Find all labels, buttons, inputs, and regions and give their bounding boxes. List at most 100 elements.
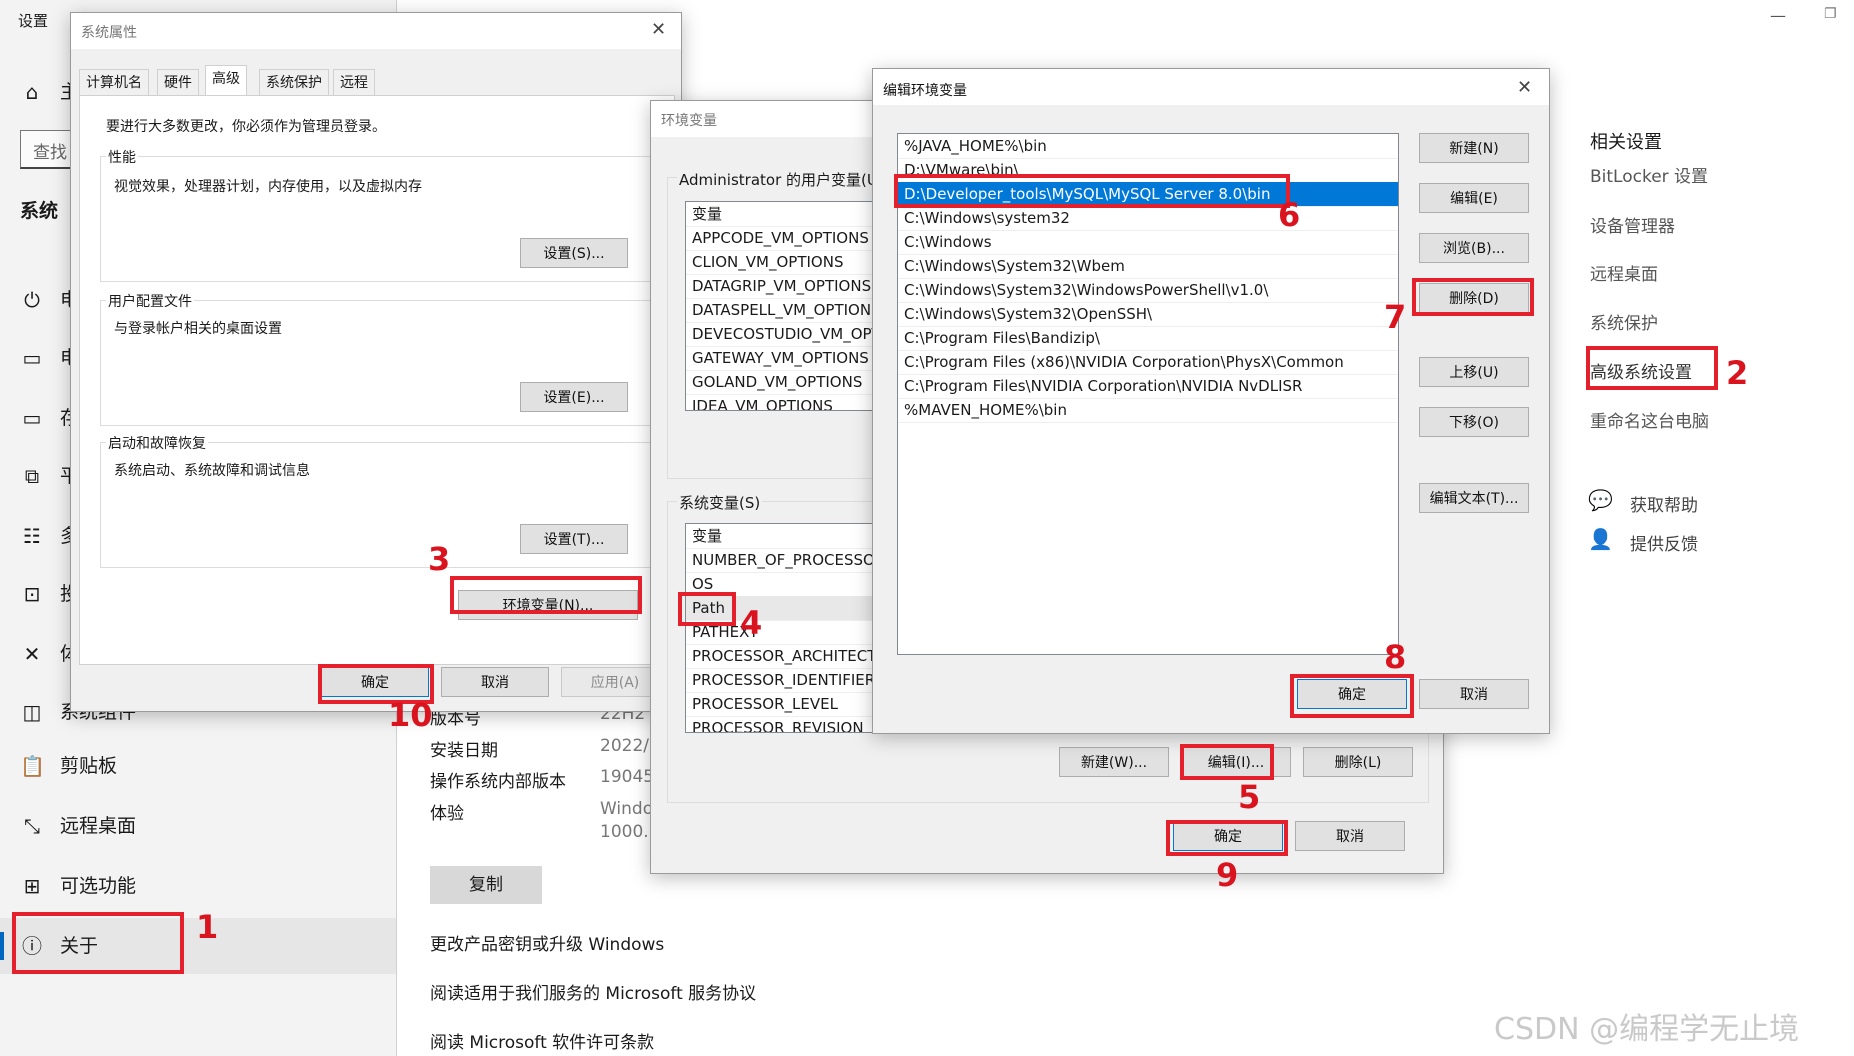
list-item[interactable]: C:\Windows\System32\Wbem	[898, 254, 1398, 279]
step-number-4: 4	[740, 604, 763, 642]
cancel-button[interactable]: 取消	[441, 667, 549, 697]
list-item[interactable]: C:\Program Files\Bandizip\	[898, 326, 1398, 351]
admin-note: 要进行大多数更改，你必须作为管理员登录。	[106, 119, 386, 135]
device-manager-link[interactable]: 设备管理器	[1590, 212, 1675, 237]
maximize-icon[interactable]: ❐	[1824, 6, 1837, 22]
new-path-button[interactable]: 新建(N)	[1419, 133, 1529, 163]
user-profiles-label: 用户配置文件	[106, 291, 194, 311]
new-system-variable-button[interactable]: 新建(W)...	[1059, 747, 1169, 777]
delete-path-button[interactable]: 删除(D)	[1419, 283, 1529, 313]
title-bar	[71, 13, 681, 49]
dialog-title: 编辑环境变量	[883, 83, 967, 99]
step-number-9: 9	[1216, 856, 1239, 894]
battery-icon: ▭	[22, 346, 42, 370]
license-terms-link[interactable]: 阅读 Microsoft 软件许可条款	[430, 1028, 654, 1053]
tab-remote[interactable]: 远程	[333, 69, 375, 97]
browse-path-button[interactable]: 浏览(B)...	[1419, 233, 1529, 263]
step-number-10: 10	[388, 696, 433, 734]
watermark: CSDN @编程学无止境	[1494, 1012, 1800, 1047]
tablet-icon: ⧉	[24, 464, 40, 488]
related-settings-heading: 相关设置	[1590, 132, 1662, 153]
edit-path-button[interactable]: 编辑(E)	[1419, 183, 1529, 213]
step-number-7: 7	[1384, 298, 1407, 336]
edit-system-variable-button[interactable]: 编辑(I)...	[1181, 747, 1291, 777]
optional-features-icon: ⊞	[23, 874, 41, 898]
tab-panel: 要进行大多数更改，你必须作为管理员登录。 性能 视觉效果，处理器计划，内存使用，…	[79, 95, 675, 665]
spec-label: 安装日期	[430, 741, 498, 761]
path-entries-list[interactable]: %JAVA_HOME%\bin D:\VMware\bin\ D:\Develo…	[897, 133, 1399, 655]
service-agreement-link[interactable]: 阅读适用于我们服务的 Microsoft 服务协议	[430, 979, 756, 1004]
edit-text-button[interactable]: 编辑文本(T)...	[1419, 483, 1529, 513]
list-item[interactable]: D:\VMware\bin\	[898, 158, 1398, 183]
selection-indicator	[0, 932, 4, 960]
tab-hardware[interactable]: 硬件	[157, 69, 199, 97]
nav-item-clipboard[interactable]: 📋 剪贴板	[0, 738, 396, 794]
clipboard-icon: 📋	[20, 754, 45, 778]
share-icon: ✕	[23, 642, 41, 666]
performance-label: 性能	[106, 147, 138, 167]
nav-item-optional-features[interactable]: ⊞ 可选功能	[0, 858, 396, 914]
cancel-button[interactable]: 取消	[1295, 821, 1405, 851]
ok-button[interactable]: 确定	[1297, 679, 1407, 709]
step-number-8: 8	[1384, 638, 1407, 676]
power-icon: ⏻	[24, 288, 40, 312]
multitask-icon: ☷	[23, 524, 41, 548]
list-item[interactable]: C:\Windows	[898, 230, 1398, 255]
list-item[interactable]: C:\Program Files\NVIDIA Corporation\NVID…	[898, 374, 1398, 399]
spec-label: 体验	[430, 804, 464, 824]
step-number-6: 6	[1278, 196, 1301, 234]
tab-computer-name[interactable]: 计算机名	[79, 69, 149, 97]
close-icon[interactable]: ✕	[651, 19, 666, 40]
section-title: 系统	[20, 200, 59, 222]
system-protection-link[interactable]: 系统保护	[1590, 309, 1658, 334]
home-icon: ⌂	[25, 80, 39, 104]
advanced-system-settings-link[interactable]: 高级系统设置	[1590, 358, 1692, 383]
system-properties-dialog: 系统属性 ✕ 计算机名 硬件 高级 系统保护 远程 要进行大多数更改，你必须作为…	[70, 12, 682, 712]
performance-desc: 视觉效果，处理器计划，内存使用，以及虚拟内存	[114, 179, 422, 195]
info-icon: ⓘ	[22, 934, 42, 958]
feedback-link[interactable]: 提供反馈	[1630, 530, 1698, 555]
list-item[interactable]: C:\Windows\system32	[898, 206, 1398, 231]
environment-variables-button[interactable]: 环境变量(N)...	[458, 590, 638, 620]
bitlocker-link[interactable]: BitLocker 设置	[1590, 162, 1708, 187]
user-profiles-settings-button[interactable]: 设置(E)...	[520, 382, 628, 412]
ok-button[interactable]: 确定	[1173, 821, 1283, 851]
step-number-5: 5	[1238, 778, 1261, 816]
startup-recovery-settings-button[interactable]: 设置(T)...	[520, 524, 628, 554]
remote-desktop-link[interactable]: 远程桌面	[1590, 260, 1658, 285]
upgrade-link[interactable]: 更改产品密钥或升级 Windows	[430, 930, 664, 955]
help-icon: 💬	[1588, 488, 1613, 512]
move-up-button[interactable]: 上移(U)	[1419, 357, 1529, 387]
performance-settings-button[interactable]: 设置(S)...	[520, 238, 628, 268]
storage-icon: ▭	[22, 406, 42, 430]
list-item[interactable]: C:\Windows\System32\WindowsPowerShell\v1…	[898, 278, 1398, 303]
copy-button[interactable]: 复制	[430, 866, 542, 904]
ok-button[interactable]: 确定	[321, 667, 429, 697]
clipboard-history-icon: ◫	[22, 700, 42, 724]
dialog-title: 环境变量	[661, 113, 717, 129]
tab-advanced[interactable]: 高级	[205, 65, 247, 97]
remote-desktop-icon: ⤡	[24, 814, 40, 838]
user-variables-label: Administrator 的用户变量(U	[677, 169, 880, 190]
list-item[interactable]: %JAVA_HOME%\bin	[898, 134, 1398, 159]
list-item[interactable]: %MAVEN_HOME%\bin	[898, 398, 1398, 423]
rename-pc-link[interactable]: 重命名这台电脑	[1590, 407, 1709, 432]
get-help-link[interactable]: 获取帮助	[1630, 491, 1698, 516]
list-item[interactable]: C:\Program Files (x86)\NVIDIA Corporatio…	[898, 350, 1398, 375]
title-bar	[873, 69, 1549, 105]
step-number-3: 3	[428, 540, 451, 578]
spec-label: 操作系统内部版本	[430, 772, 566, 792]
dialog-title: 系统属性	[81, 25, 137, 41]
cancel-button[interactable]: 取消	[1419, 679, 1529, 709]
move-down-button[interactable]: 下移(O)	[1419, 407, 1529, 437]
list-item[interactable]: C:\Windows\System32\OpenSSH\	[898, 302, 1398, 327]
startup-recovery-desc: 系统启动、系统故障和调试信息	[114, 463, 310, 479]
list-item-selected[interactable]: D:\Developer_tools\MySQL\MySQL Server 8.…	[898, 182, 1398, 207]
minimize-icon[interactable]: —	[1770, 6, 1786, 25]
edit-environment-variable-dialog: 编辑环境变量 ✕ %JAVA_HOME%\bin D:\VMware\bin\ …	[872, 68, 1550, 734]
delete-system-variable-button[interactable]: 删除(L)	[1303, 747, 1413, 777]
system-variables-label: 系统变量(S)	[677, 492, 763, 513]
tab-system-protection[interactable]: 系统保护	[259, 69, 329, 97]
close-icon[interactable]: ✕	[1517, 77, 1532, 98]
nav-item-remote-desktop[interactable]: ⤡ 远程桌面	[0, 798, 396, 854]
